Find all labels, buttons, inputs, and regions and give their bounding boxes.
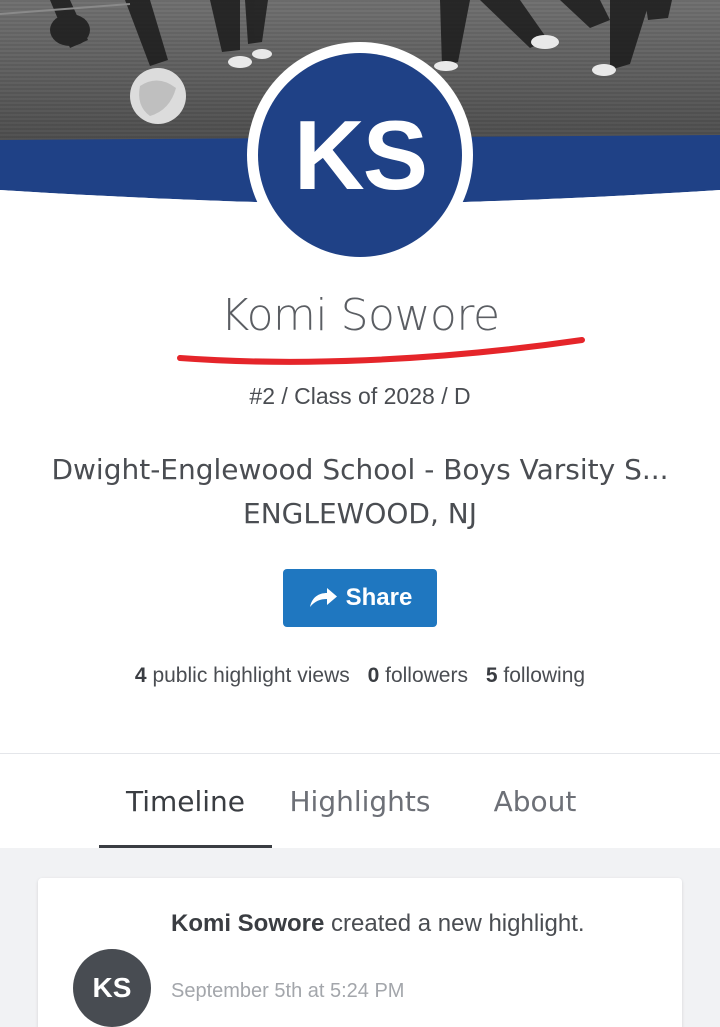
stat-label: following: [503, 664, 586, 687]
stat-count: 0: [367, 664, 380, 687]
profile-meta: #2 / Class of 2028 / D: [249, 383, 471, 409]
stat-label: public highlight views: [152, 664, 350, 687]
post-avatar[interactable]: KS: [73, 949, 151, 1027]
tab-about[interactable]: About: [470, 754, 600, 848]
stat-highlight-views[interactable]: 4 public highlight views: [135, 664, 350, 687]
stat-count: 5: [485, 664, 498, 687]
stat-following[interactable]: 5 following: [486, 664, 585, 687]
profile-hero: KS: [0, 0, 720, 268]
school-name: Dwight-Englewood School - Boys Varsity S…: [51, 453, 669, 486]
stat-followers[interactable]: 0 followers: [368, 664, 468, 687]
profile-stats: 4 public highlight views 0 followers 5 f…: [0, 664, 720, 688]
profile-school: Dwight-Englewood School - Boys Varsity S…: [0, 448, 720, 536]
share-button[interactable]: Share: [283, 569, 437, 627]
feed-card[interactable]: KS Komi Sowore created a new highlight. …: [38, 878, 682, 1027]
tab-highlights[interactable]: Highlights: [280, 754, 440, 848]
red-underline-annotation: [177, 337, 585, 365]
stat-count: 4: [134, 664, 147, 687]
profile-tabs: Timeline Highlights About: [0, 754, 720, 848]
profile-avatar-initials: KS: [258, 53, 462, 257]
post-text: Komi Sowore created a new highlight.: [171, 908, 651, 940]
post-action: created a new highlight.: [331, 910, 585, 937]
tab-timeline[interactable]: Timeline: [99, 754, 272, 848]
share-button-label: Share: [345, 584, 413, 611]
timeline-feed: KS Komi Sowore created a new highlight. …: [0, 848, 720, 1027]
profile-avatar: KS: [247, 42, 473, 268]
stat-label: followers: [385, 664, 468, 687]
post-timestamp: September 5th at 5:24 PM: [171, 980, 405, 1002]
school-location: ENGLEWOOD, NJ: [243, 497, 477, 530]
share-arrow-icon: [308, 587, 338, 609]
post-author[interactable]: Komi Sowore: [171, 910, 324, 937]
